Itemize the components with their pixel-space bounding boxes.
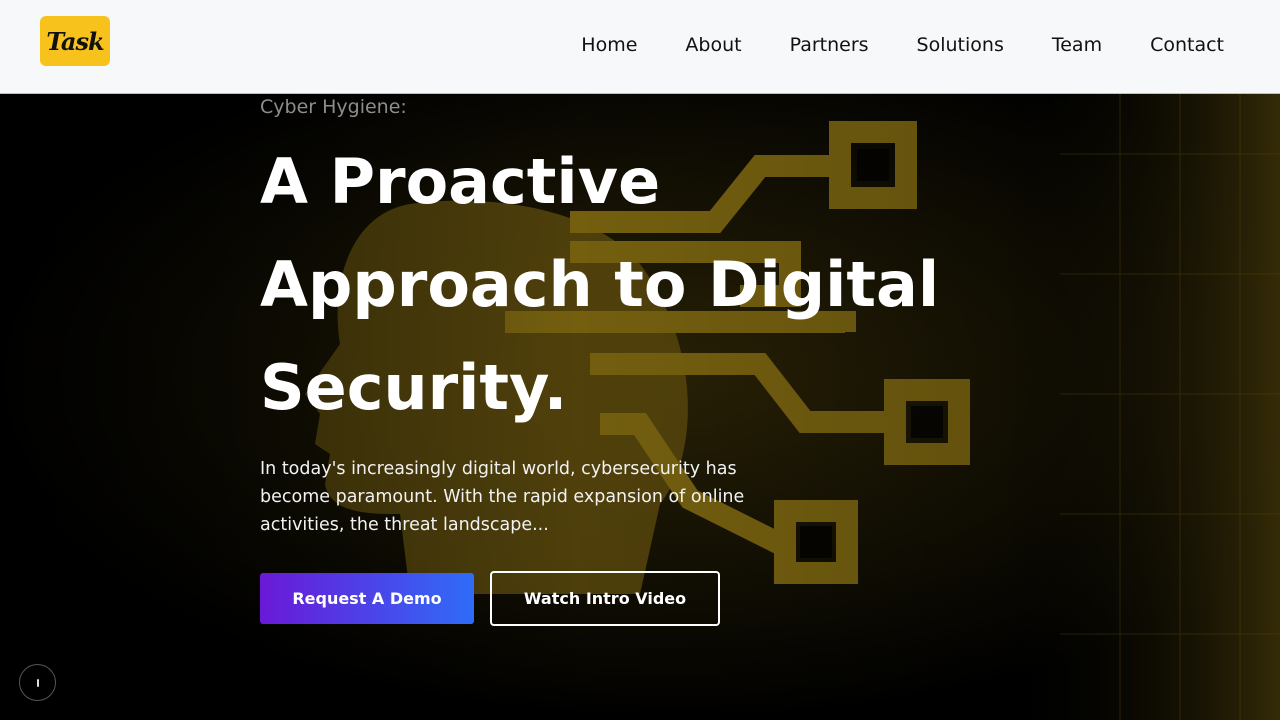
nav-link-partners[interactable]: Partners xyxy=(790,33,869,57)
watch-intro-video-button[interactable]: Watch Intro Video xyxy=(490,571,720,626)
mouse-scroll-icon xyxy=(36,678,39,687)
nav-link-team[interactable]: Team xyxy=(1052,33,1102,57)
hero-eyebrow: Cyber Hygiene: xyxy=(260,96,407,118)
navbar: Task Home About Partners Solutions Team … xyxy=(0,0,1280,94)
headline-line: Security. xyxy=(260,351,568,424)
scroll-down-indicator[interactable] xyxy=(19,664,56,701)
hero-headline: A Proactive Approach to Digital Security… xyxy=(260,130,1020,439)
nav-link-contact[interactable]: Contact xyxy=(1150,33,1224,57)
nav-links: Home About Partners Solutions Team Conta… xyxy=(533,33,1224,57)
nav-link-solutions[interactable]: Solutions xyxy=(917,33,1004,57)
logo-text: Task xyxy=(46,26,104,56)
hero-section: Cyber Hygiene: A Proactive Approach to D… xyxy=(0,94,1280,720)
headline-line: A Proactive xyxy=(260,145,661,218)
logo[interactable]: Task xyxy=(40,16,110,66)
nav-link-about[interactable]: About xyxy=(685,33,741,57)
headline-line: Approach to Digital xyxy=(260,248,940,321)
nav-link-home[interactable]: Home xyxy=(581,33,637,57)
hero-description: In today's increasingly digital world, c… xyxy=(260,459,745,535)
request-demo-button[interactable]: Request A Demo xyxy=(260,573,474,624)
